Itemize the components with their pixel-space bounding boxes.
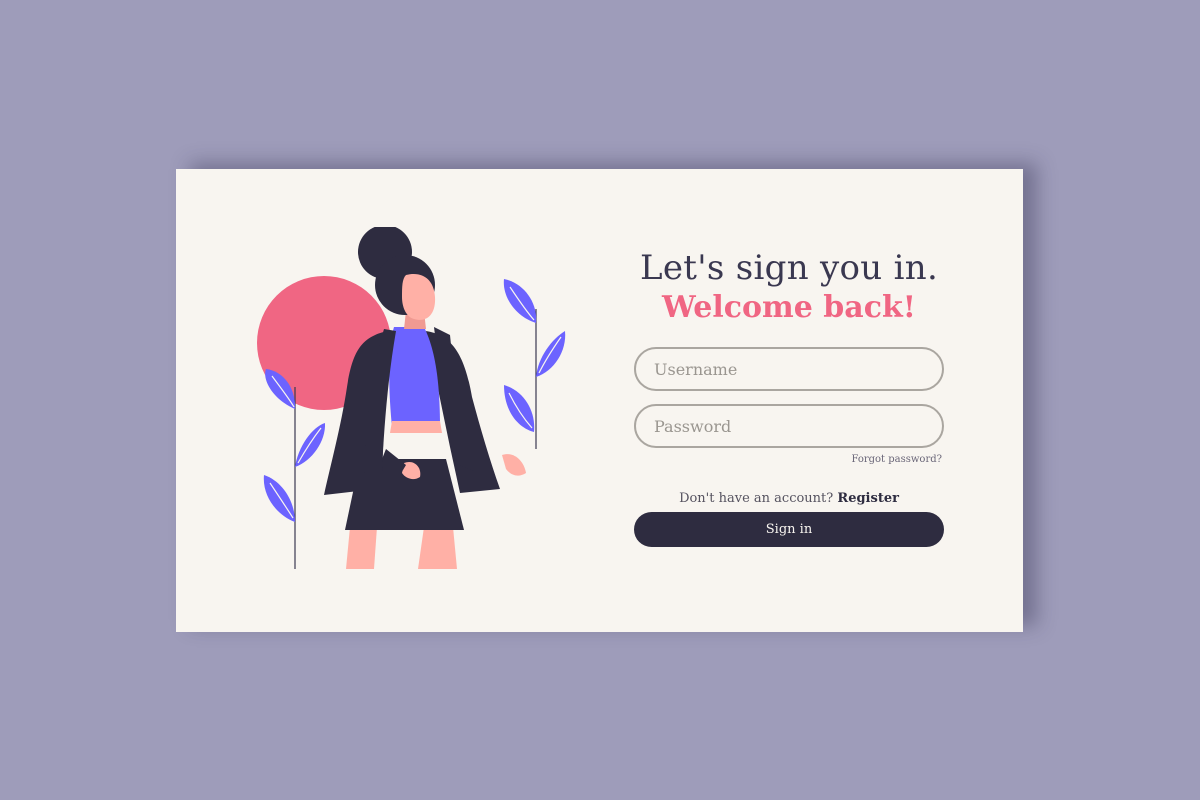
right-plant <box>503 279 566 449</box>
woman-with-plants-illustration <box>257 227 566 569</box>
register-row: Don't have an account? Register <box>634 491 944 506</box>
register-prompt: Don't have an account? <box>679 491 834 506</box>
login-card: Let's sign you in. Welcome back! Forgot … <box>176 169 1023 632</box>
register-link[interactable]: Register <box>837 491 899 506</box>
page-title: Let's sign you in. <box>639 248 939 288</box>
forgot-password-link[interactable]: Forgot password? <box>634 454 944 465</box>
welcome-subtitle: Welcome back! <box>662 290 916 325</box>
sign-in-button[interactable]: Sign in <box>634 512 944 547</box>
woman-figure <box>324 227 526 569</box>
username-input[interactable] <box>634 347 944 391</box>
password-input[interactable] <box>634 404 944 448</box>
login-form: Let's sign you in. Welcome back! Forgot … <box>634 247 944 547</box>
